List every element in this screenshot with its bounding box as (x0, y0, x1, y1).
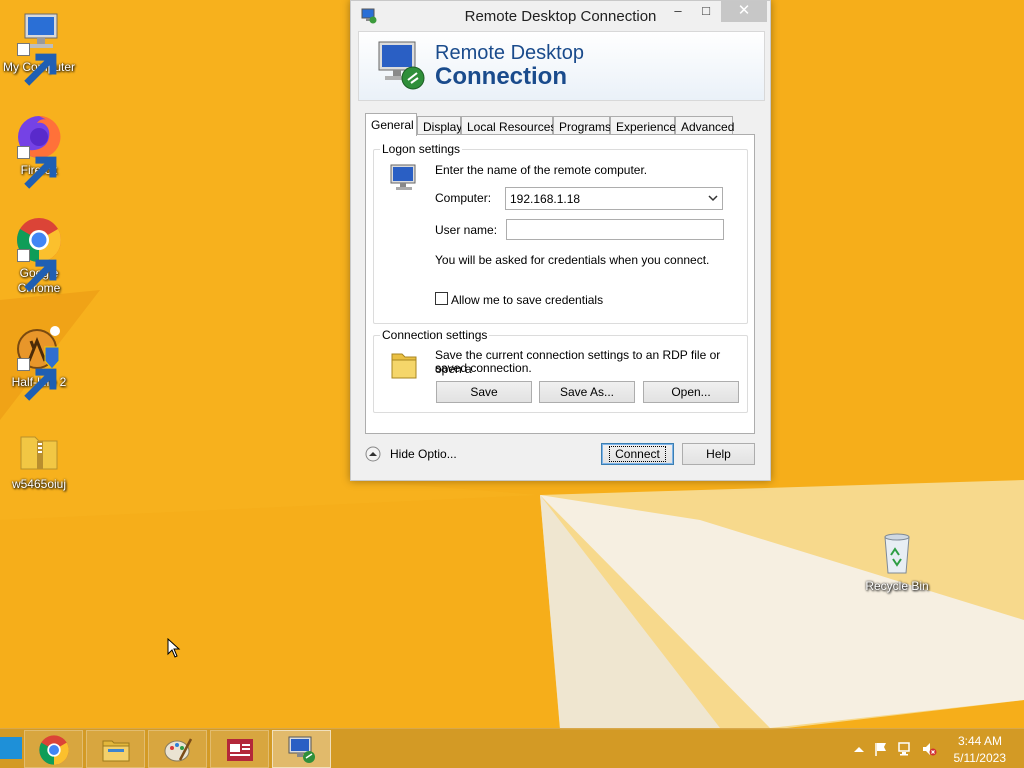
start-button[interactable] (0, 737, 22, 759)
file-explorer-icon (102, 740, 130, 762)
network-icon[interactable] (897, 741, 913, 757)
show-hidden-icon[interactable] (851, 741, 867, 757)
desktop-icon-label: w5465oiuj (11, 477, 67, 491)
taskbar-file-explorer[interactable] (86, 730, 145, 768)
desktop-icon-firefox[interactable]: Firefox (0, 113, 78, 189)
connect-button[interactable]: Connect (601, 443, 674, 465)
connection-description-line2: saved connection. (435, 361, 532, 375)
volume-muted-icon[interactable] (921, 741, 937, 757)
username-input[interactable] (506, 219, 724, 240)
save-button[interactable]: Save (436, 381, 532, 403)
taskbar-chrome[interactable] (24, 730, 83, 768)
help-button[interactable]: Help (682, 443, 755, 465)
maximize-button[interactable]: □ (693, 1, 719, 22)
desktop-icon-google-chrome[interactable]: Google Chrome (0, 216, 78, 296)
desktop-icon-w5465oiuj[interactable]: w5465oiuj (0, 427, 78, 492)
chevron-down-icon[interactable] (708, 192, 718, 204)
title-bar[interactable]: Remote Desktop Connection – □ ✕ (351, 1, 770, 31)
tab-programs[interactable]: Programs (553, 116, 611, 136)
remote-desktop-icon (378, 41, 425, 90)
remote-desktop-icon (288, 736, 315, 763)
chevron-up-icon (365, 446, 381, 462)
banner-title-line2: Connection (435, 63, 567, 90)
mouse-cursor-icon (167, 638, 181, 658)
taskbar-paint[interactable] (148, 730, 207, 768)
computer-value: 192.168.1.18 (510, 192, 581, 206)
banner-title-line1: Remote Desktop (435, 42, 584, 64)
save-as-button[interactable]: Save As... (539, 381, 635, 403)
save-credentials-label[interactable]: Allow me to save credentials (451, 293, 603, 307)
save-credentials-checkbox[interactable] (435, 292, 448, 305)
desktop-icon-recycle-bin[interactable]: Recycle Bin (858, 529, 936, 594)
username-label: User name: (435, 223, 498, 237)
minimize-button[interactable]: – (665, 1, 691, 22)
desktop-icon-label: Recycle Bin (865, 579, 929, 593)
recycle-bin-icon (884, 533, 910, 574)
general-tab-panel: Logon settings Enter the name of the rem… (365, 134, 755, 434)
clock-date[interactable]: 5/11/2023 (954, 751, 1007, 765)
action-center-flag-icon[interactable] (873, 741, 889, 757)
logon-settings-title: Logon settings (380, 142, 463, 156)
connect-label: Connect (609, 446, 666, 462)
tab-advanced[interactable]: Advanced (675, 116, 734, 136)
tab-display[interactable]: Display (417, 116, 462, 136)
connection-settings-title: Connection settings (380, 328, 490, 342)
tab-experience[interactable]: Experience (610, 116, 676, 136)
desktop-icon-half-life-2[interactable]: Half-Life 2 (0, 325, 78, 401)
media-player-icon (227, 739, 253, 761)
zip-folder-icon (20, 436, 58, 470)
logon-instruction: Enter the name of the remote computer. (435, 163, 648, 177)
clock-time[interactable]: 3:44 AM (958, 734, 1002, 748)
tab-general[interactable]: General (365, 113, 417, 136)
paint-icon (164, 738, 193, 762)
desktop-icon-my-computer[interactable]: My Computer (0, 10, 78, 86)
header-banner: Remote Desktop Connection (358, 31, 765, 101)
taskbar-media-player[interactable] (210, 730, 269, 768)
hide-options-label: Hide Optio... (390, 447, 457, 461)
chrome-icon (39, 735, 69, 765)
tab-local-resources[interactable]: Local Resources (461, 116, 556, 136)
taskbar: 3:44 AM 5/11/2023 (0, 728, 1024, 768)
credentials-note: You will be asked for credentials when y… (435, 253, 710, 267)
computer-icon (390, 164, 416, 190)
close-button[interactable]: ✕ (721, 1, 767, 22)
open-button[interactable]: Open... (643, 381, 739, 403)
computer-combobox[interactable]: 192.168.1.18 (505, 187, 723, 210)
logon-settings-group: Logon settings Enter the name of the rem… (373, 142, 748, 324)
computer-label: Computer: (435, 191, 492, 205)
connection-settings-group: Connection settings Save the current con… (373, 328, 748, 413)
remote-desktop-window: Remote Desktop Connection – □ ✕ Remote D… (350, 0, 771, 481)
taskbar-remote-desktop[interactable] (272, 730, 331, 768)
folder-icon (391, 353, 417, 379)
